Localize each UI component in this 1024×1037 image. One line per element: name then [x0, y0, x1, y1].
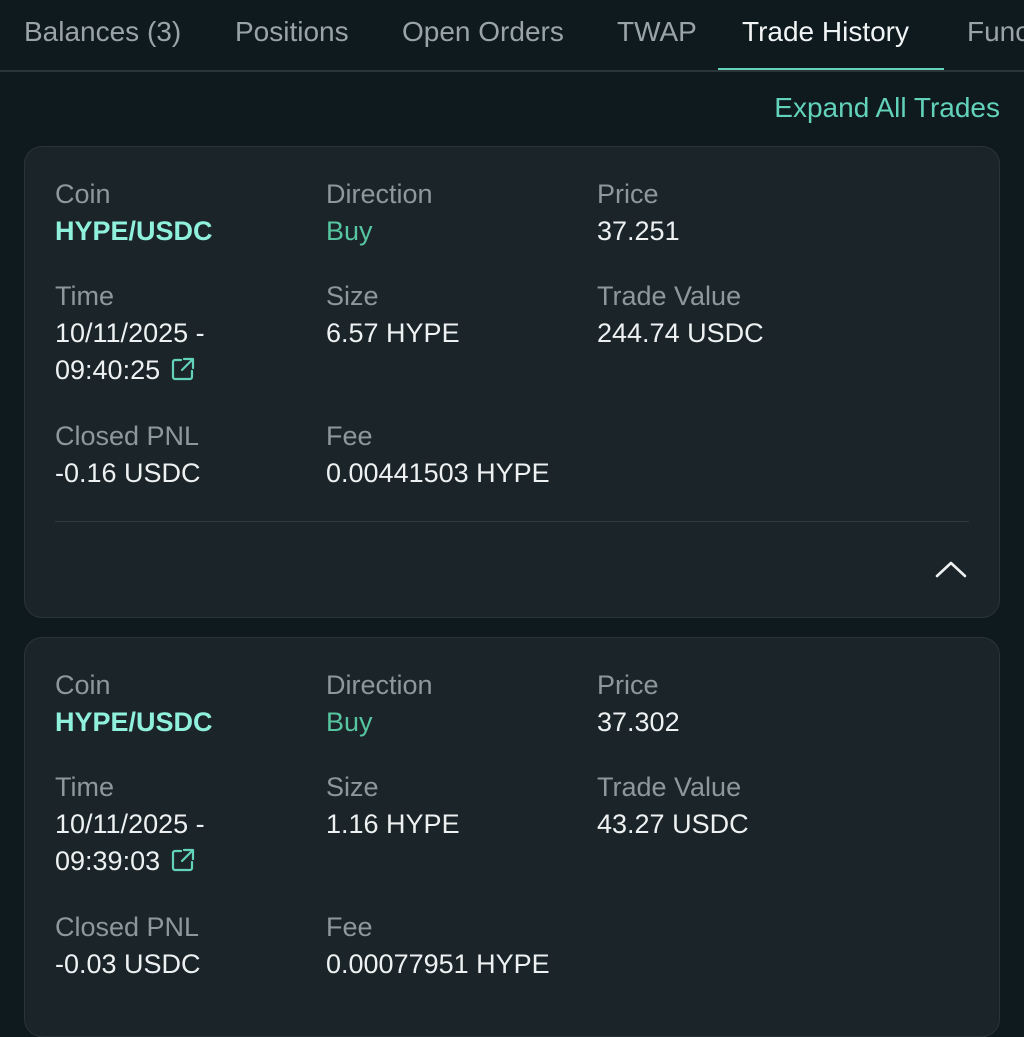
- price-value: 37.251: [597, 216, 680, 246]
- time-label: Time: [55, 281, 114, 311]
- external-link-icon[interactable]: [170, 847, 196, 873]
- tab-balances[interactable]: Balances (3): [24, 0, 181, 70]
- fee-label: Fee: [326, 912, 373, 942]
- size-label: Size: [326, 772, 379, 802]
- time-date-value: 10/11/2025 -: [55, 318, 205, 348]
- price-label: Price: [597, 179, 659, 209]
- closed-pnl-value: -0.16 USDC: [55, 458, 201, 488]
- closed-pnl-value: -0.03 USDC: [55, 949, 201, 979]
- coin-label: Coin: [55, 179, 111, 209]
- time-clock-value: 09:40:25: [55, 355, 161, 385]
- coin-value: HYPE/USDC: [55, 707, 213, 737]
- closed-pnl-label: Closed PNL: [55, 421, 200, 451]
- trade-value-label: Trade Value: [597, 281, 742, 311]
- size-value: 1.16 HYPE: [326, 809, 460, 839]
- chevron-up-icon[interactable]: [933, 555, 969, 583]
- closed-pnl-label: Closed PNL: [55, 912, 200, 942]
- active-tab-indicator: [718, 68, 944, 70]
- trade-value-value: 244.74 USDC: [597, 318, 764, 348]
- price-label: Price: [597, 670, 659, 700]
- trade-value-label: Trade Value: [597, 772, 742, 802]
- time-date-value: 10/11/2025 -: [55, 809, 205, 839]
- price-value: 37.302: [597, 707, 680, 737]
- trade-card: Coin HYPE/USDC Direction Buy Price 37.25…: [24, 146, 1000, 618]
- coin-label: Coin: [55, 670, 111, 700]
- trade-card: Coin HYPE/USDC Direction Buy Price 37.30…: [24, 637, 1000, 1037]
- tab-funding[interactable]: Func: [967, 0, 1024, 70]
- size-label: Size: [326, 281, 379, 311]
- fee-label: Fee: [326, 421, 373, 451]
- fee-value: 0.00077951 HYPE: [326, 949, 550, 979]
- time-clock-row: 09:39:03: [55, 846, 196, 877]
- fee-value: 0.00441503 HYPE: [326, 458, 550, 488]
- tab-bar: Balances (3) Positions Open Orders TWAP …: [0, 0, 1024, 72]
- trade-value-value: 43.27 USDC: [597, 809, 749, 839]
- time-clock-row: 09:40:25: [55, 355, 196, 386]
- card-divider: [55, 521, 969, 522]
- tab-trade-history[interactable]: Trade History: [742, 0, 909, 70]
- tab-positions[interactable]: Positions: [235, 0, 349, 70]
- time-label: Time: [55, 772, 114, 802]
- tab-twap[interactable]: TWAP: [617, 0, 697, 70]
- size-value: 6.57 HYPE: [326, 318, 460, 348]
- external-link-icon[interactable]: [170, 356, 196, 382]
- tab-open-orders[interactable]: Open Orders: [402, 0, 564, 70]
- direction-label: Direction: [326, 670, 433, 700]
- time-clock-value: 09:39:03: [55, 846, 161, 876]
- coin-value: HYPE/USDC: [55, 216, 213, 246]
- direction-value: Buy: [326, 707, 373, 737]
- direction-value: Buy: [326, 216, 373, 246]
- expand-all-trades-link[interactable]: Expand All Trades: [774, 92, 1000, 124]
- direction-label: Direction: [326, 179, 433, 209]
